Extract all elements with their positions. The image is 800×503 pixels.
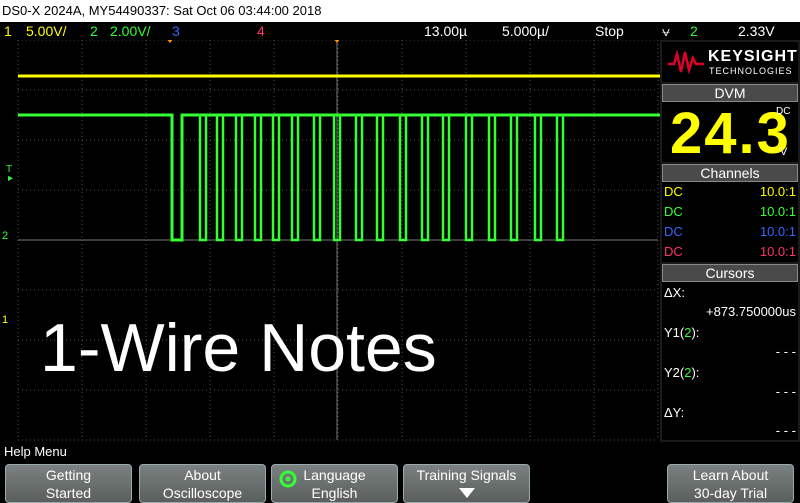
language-button[interactable]: Language English	[271, 464, 398, 503]
ch2-number[interactable]: 2	[90, 22, 98, 40]
dvm-reading: 24.3	[670, 101, 791, 166]
ch2-pulse	[464, 115, 474, 242]
cursors-header[interactable]: Cursors	[662, 264, 798, 282]
learn-about-trial-button[interactable]: Learn About 30-day Trial	[667, 464, 794, 503]
brand-name: KEYSIGHT	[708, 48, 798, 65]
ch2-pulse	[441, 115, 451, 242]
softkey-label: Learn About	[692, 467, 769, 483]
cursor-y2-value: - - -	[775, 384, 796, 399]
cursor-y1-value: - - -	[775, 344, 796, 359]
ch1-scale[interactable]: 5.00V/	[26, 22, 66, 40]
ch3-number[interactable]: 3	[172, 22, 180, 40]
timebase-readout[interactable]: 5.000µ/	[502, 22, 549, 40]
delay-readout[interactable]: 13.00µ	[424, 22, 467, 40]
ch1-ground-marker[interactable]: 1	[2, 314, 8, 326]
ch2-pulse	[354, 115, 364, 242]
softkey-label: Training Signals	[416, 467, 517, 483]
softkey-label: Getting	[45, 467, 92, 483]
cursor-dx-value: +873.750000us	[705, 304, 796, 319]
brand-subtitle: TECHNOLOGIES	[709, 66, 793, 76]
title-bar: DS0-X 2024A, MY54490337: Sat Oct 06 03:4…	[0, 0, 800, 22]
softkey-bar: Getting Started About Oscilloscope Langu…	[0, 462, 800, 503]
softkey-label: 30-day Trial	[693, 485, 768, 501]
cursor-y1-label: Y1(2):	[664, 325, 700, 340]
softkey-label: Started	[45, 485, 92, 501]
cursor-dy-value: - - -	[775, 423, 796, 438]
ch2-pulse	[198, 115, 208, 242]
channel-coupling: DC	[664, 184, 683, 199]
channel-coupling: DC	[664, 224, 683, 239]
ch2-pulse-group	[198, 115, 565, 242]
trigger-edge-icon: ⩝	[662, 23, 670, 39]
keysight-wave-icon	[668, 50, 704, 74]
ch2-pulse	[487, 115, 497, 242]
ch2-pulse	[290, 115, 300, 242]
trigger-channel[interactable]: 2	[690, 22, 698, 40]
channel-probe-ratio: 10.0:1	[759, 184, 796, 199]
trigger-level[interactable]: 2.33V	[738, 22, 775, 40]
ch1-number[interactable]: 1	[4, 22, 12, 40]
channel-row-4[interactable]: DC 10.0:1	[664, 242, 796, 262]
trigger-position-marker	[167, 40, 173, 43]
overlay-title: 1-Wire Notes	[40, 310, 437, 386]
rotate-knob-icon	[279, 470, 297, 488]
trigger-arrow-icon: ▸	[8, 173, 14, 184]
ch2-pulse	[375, 115, 385, 242]
channel-row-1[interactable]: DC 10.0:1	[664, 182, 796, 202]
run-state[interactable]: Stop	[595, 22, 624, 40]
dvm-header[interactable]: DVM	[662, 84, 798, 102]
ch4-number[interactable]: 4	[257, 22, 265, 40]
ch2-pulse	[420, 115, 430, 242]
channel-status-bar: 1 5.00V/ 2 2.00V/ 3 4 13.00µ 5.000µ/ Sto…	[0, 22, 800, 40]
cursor-dy-label: ΔY:	[664, 405, 685, 420]
getting-started-button[interactable]: Getting Started	[5, 464, 132, 503]
channel-probe-ratio: 10.0:1	[759, 224, 796, 239]
channels-header[interactable]: Channels	[662, 164, 798, 182]
ch2-pulse	[312, 115, 322, 242]
channel-row-2[interactable]: DC 10.0:1	[664, 202, 796, 222]
channel-probe-ratio: 10.0:1	[759, 244, 796, 259]
channel-probe-ratio: 10.0:1	[759, 204, 796, 219]
ch2-ground-marker[interactable]: 2	[2, 230, 8, 242]
keysight-logo: KEYSIGHT TECHNOLOGIES	[662, 42, 798, 82]
softkey-label: Oscilloscope	[162, 485, 243, 501]
channel-coupling: DC	[664, 244, 683, 259]
ch2-pulse	[215, 115, 225, 242]
ch2-pulse	[398, 115, 408, 242]
ch2-pulse	[533, 115, 543, 242]
help-menu-label: Help Menu	[0, 442, 800, 462]
cursor-dx-label: ΔX:	[664, 285, 685, 300]
about-oscilloscope-button[interactable]: About Oscilloscope	[139, 464, 266, 503]
ch2-pulse	[271, 115, 281, 242]
cursor-y2-label: Y2(2):	[664, 365, 700, 380]
ch2-pulse	[555, 115, 565, 242]
channel-coupling: DC	[664, 204, 683, 219]
dvm-unit: V	[780, 146, 788, 158]
dvm-coupling: DC	[776, 106, 791, 117]
training-signals-button[interactable]: Training Signals	[403, 464, 530, 503]
softkey-label: About	[184, 467, 221, 483]
submenu-arrow-down-icon	[458, 488, 475, 498]
ch2-scale[interactable]: 2.00V/	[110, 22, 150, 40]
channel-row-3[interactable]: DC 10.0:1	[664, 222, 796, 242]
ch2-pulse	[253, 115, 263, 242]
ch2-pulse	[509, 115, 519, 242]
ch2-pulse	[234, 115, 244, 242]
